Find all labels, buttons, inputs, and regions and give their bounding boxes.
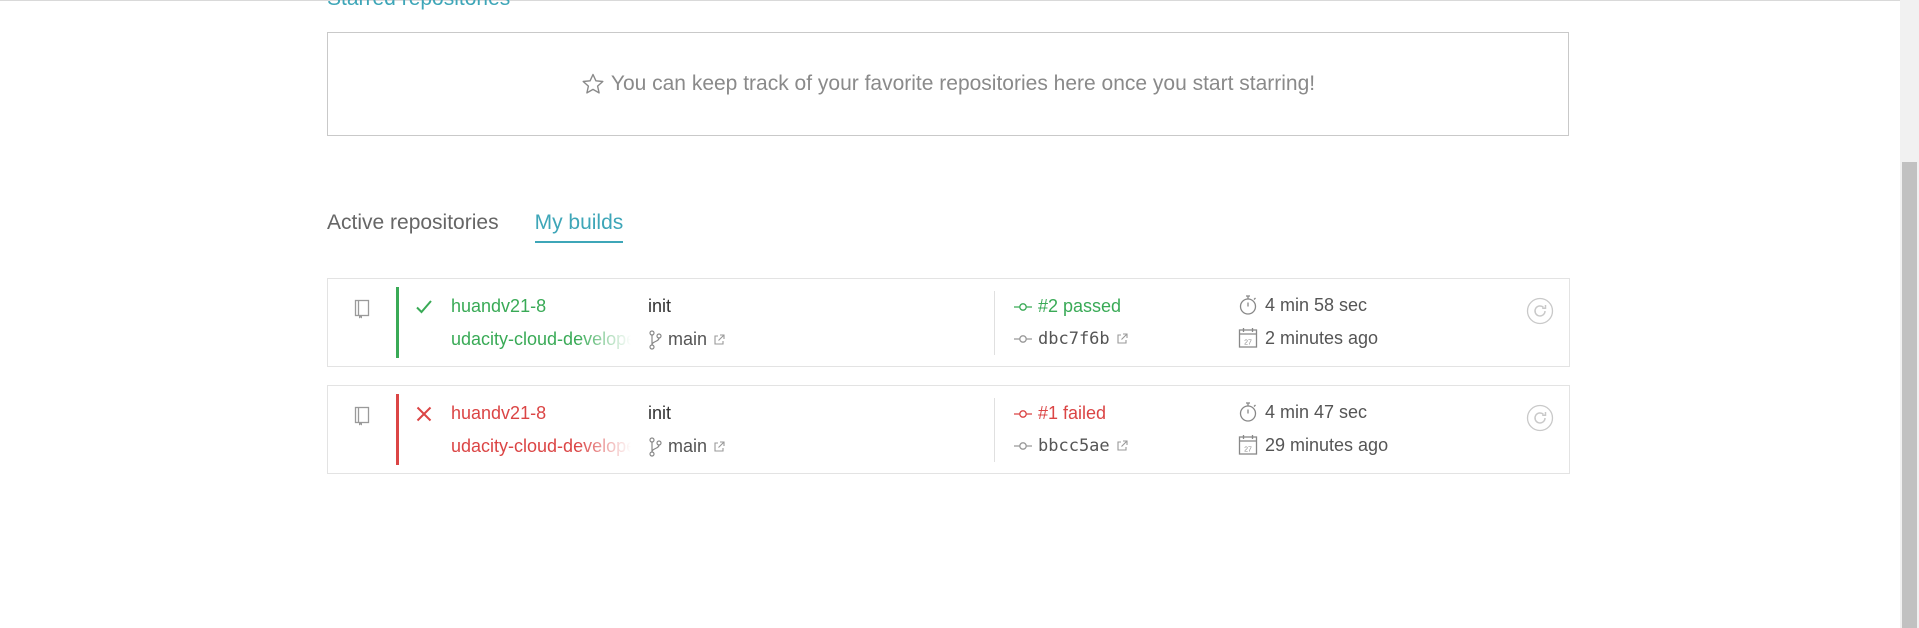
branch-link[interactable]: main [648,436,725,457]
star-icon [582,73,604,94]
starred-empty-message: You can keep track of your favorite repo… [610,72,1316,95]
build-duration: 4 min 47 sec [1238,401,1367,423]
scrollbar-thumb[interactable] [1902,162,1917,628]
repo-name-link[interactable]: udacity-cloud-developer [451,329,631,350]
calendar-icon: 27 [1238,435,1258,455]
svg-text:27: 27 [1244,447,1252,454]
branch-link[interactable]: main [648,329,725,350]
builds-tabs: Active repositories My builds [327,211,659,243]
cross-icon [416,406,432,422]
build-finished: 27 29 minutes ago [1238,434,1388,456]
status-bar [396,287,399,358]
calendar-icon: 27 [1238,328,1258,348]
starred-empty-box: You can keep track of your favorite repo… [327,32,1569,136]
commit-icon [1014,409,1032,418]
stopwatch-icon [1239,295,1257,315]
repo-icon [354,299,370,319]
commit-message: init [648,403,672,423]
build-finished: 27 2 minutes ago [1238,327,1378,349]
repo-icon [354,406,370,426]
commit-icon [1014,335,1032,343]
repo-name-link[interactable]: udacity-cloud-developer [451,436,631,457]
commit-icon [1014,302,1032,311]
build-number-link[interactable]: #2 passed [1014,296,1121,317]
external-link-icon [1117,333,1128,344]
tab-my-builds[interactable]: My builds [534,211,624,243]
row-divider [994,398,995,462]
status-bar [396,394,399,465]
restart-build-icon[interactable] [1526,404,1554,432]
external-link-icon [714,333,725,345]
starred-repositories-title[interactable]: Starred repositories [327,0,510,11]
build-number-label: #1 failed [1038,403,1107,423]
branch-icon [649,329,662,350]
stopwatch-icon [1239,402,1257,422]
branch-name: main [668,329,708,349]
top-border [0,0,1919,1]
duration-value: 4 min 58 sec [1265,294,1368,315]
external-link-icon [714,440,725,452]
commit-sha: dbc7f6b [1038,329,1110,349]
commit-sha: bbcc5ae [1038,436,1110,456]
tab-active-repositories[interactable]: Active repositories [327,211,499,243]
finished-value: 2 minutes ago [1265,327,1379,348]
check-icon [416,300,432,314]
build-duration: 4 min 58 sec [1238,294,1367,316]
branch-icon [649,436,662,457]
svg-text:27: 27 [1244,340,1252,347]
branch-name: main [668,436,708,456]
restart-build-icon[interactable] [1526,297,1554,325]
commit-link[interactable]: dbc7f6b [1014,329,1128,349]
commit-link[interactable]: bbcc5ae [1014,436,1128,456]
repo-owner-link[interactable]: huandv21-8 [451,296,546,317]
repo-owner-link[interactable]: huandv21-8 [451,403,546,424]
build-number-link[interactable]: #1 failed [1014,403,1106,424]
external-link-icon [1117,440,1128,451]
build-row[interactable]: huandv21-8 udacity-cloud-developer init … [327,278,1570,367]
finished-value: 29 minutes ago [1265,434,1389,455]
commit-message: init [648,296,672,316]
build-row[interactable]: huandv21-8 udacity-cloud-developer init … [327,385,1570,474]
duration-value: 4 min 47 sec [1265,401,1368,422]
row-divider [994,291,995,355]
commit-icon [1014,442,1032,450]
build-number-label: #2 passed [1038,296,1122,316]
